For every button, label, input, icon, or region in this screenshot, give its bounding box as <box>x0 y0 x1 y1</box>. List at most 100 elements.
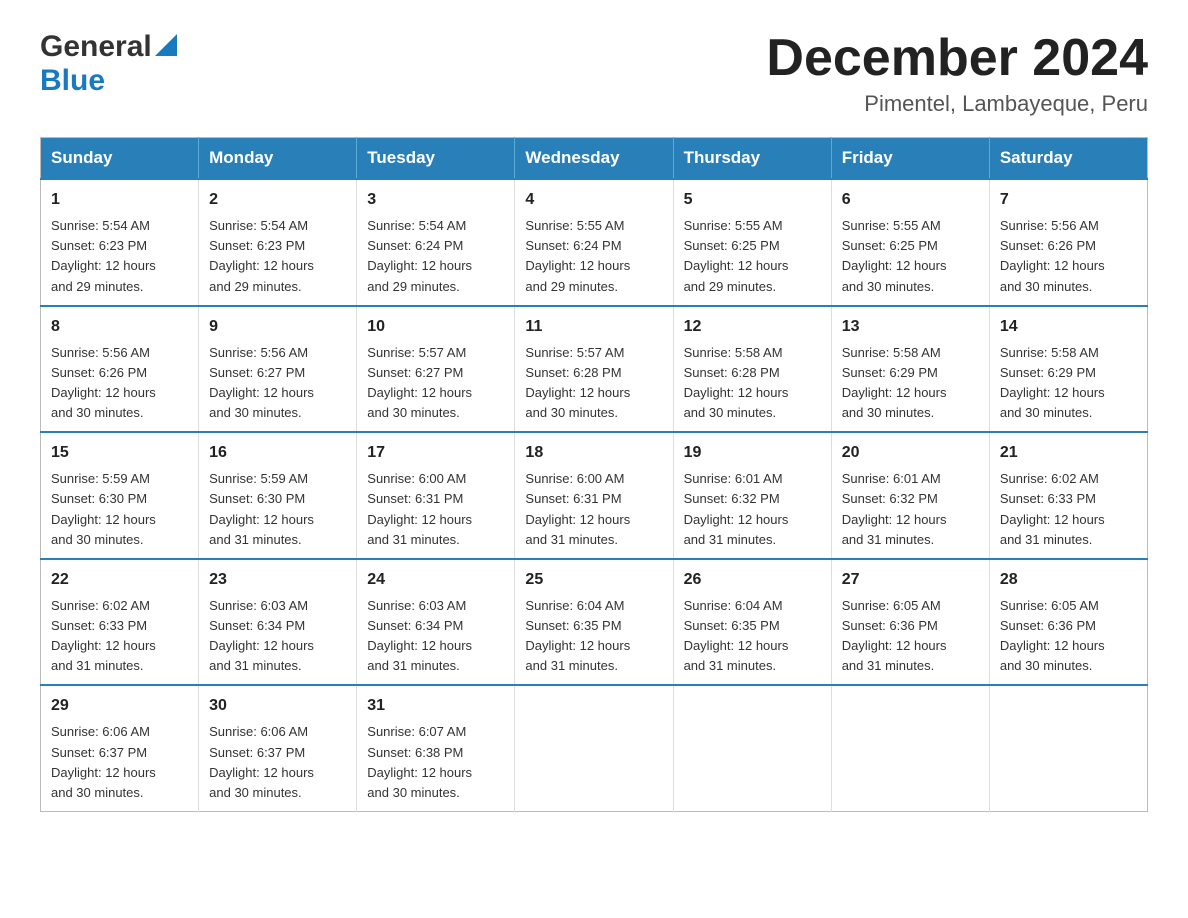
day-number: 5 <box>684 188 821 212</box>
calendar-cell: 13 Sunrise: 5:58 AMSunset: 6:29 PMDaylig… <box>831 306 989 433</box>
day-number: 21 <box>1000 441 1137 465</box>
day-number: 15 <box>51 441 188 465</box>
day-number: 13 <box>842 315 979 339</box>
logo: General Blue <box>40 30 177 98</box>
week-row-4: 22 Sunrise: 6:02 AMSunset: 6:33 PMDaylig… <box>41 559 1148 686</box>
day-info: Sunrise: 5:58 AMSunset: 6:28 PMDaylight:… <box>684 345 789 420</box>
calendar-cell: 9 Sunrise: 5:56 AMSunset: 6:27 PMDayligh… <box>199 306 357 433</box>
weekday-header-tuesday: Tuesday <box>357 138 515 180</box>
calendar-cell: 21 Sunrise: 6:02 AMSunset: 6:33 PMDaylig… <box>989 432 1147 559</box>
day-info: Sunrise: 6:04 AMSunset: 6:35 PMDaylight:… <box>525 598 630 673</box>
calendar-cell: 19 Sunrise: 6:01 AMSunset: 6:32 PMDaylig… <box>673 432 831 559</box>
day-number: 17 <box>367 441 504 465</box>
day-info: Sunrise: 6:03 AMSunset: 6:34 PMDaylight:… <box>209 598 314 673</box>
day-number: 29 <box>51 694 188 718</box>
day-number: 23 <box>209 568 346 592</box>
calendar-cell: 25 Sunrise: 6:04 AMSunset: 6:35 PMDaylig… <box>515 559 673 686</box>
day-info: Sunrise: 6:00 AMSunset: 6:31 PMDaylight:… <box>367 471 472 546</box>
calendar-cell: 5 Sunrise: 5:55 AMSunset: 6:25 PMDayligh… <box>673 179 831 306</box>
calendar-cell <box>831 685 989 811</box>
day-number: 6 <box>842 188 979 212</box>
calendar-cell: 23 Sunrise: 6:03 AMSunset: 6:34 PMDaylig… <box>199 559 357 686</box>
calendar-cell: 11 Sunrise: 5:57 AMSunset: 6:28 PMDaylig… <box>515 306 673 433</box>
day-info: Sunrise: 5:55 AMSunset: 6:25 PMDaylight:… <box>842 218 947 293</box>
calendar-cell: 27 Sunrise: 6:05 AMSunset: 6:36 PMDaylig… <box>831 559 989 686</box>
day-info: Sunrise: 5:57 AMSunset: 6:28 PMDaylight:… <box>525 345 630 420</box>
day-number: 16 <box>209 441 346 465</box>
day-info: Sunrise: 5:54 AMSunset: 6:23 PMDaylight:… <box>209 218 314 293</box>
day-info: Sunrise: 6:06 AMSunset: 6:37 PMDaylight:… <box>51 724 156 799</box>
day-info: Sunrise: 5:54 AMSunset: 6:23 PMDaylight:… <box>51 218 156 293</box>
calendar-cell: 4 Sunrise: 5:55 AMSunset: 6:24 PMDayligh… <box>515 179 673 306</box>
day-info: Sunrise: 6:05 AMSunset: 6:36 PMDaylight:… <box>1000 598 1105 673</box>
day-info: Sunrise: 5:55 AMSunset: 6:24 PMDaylight:… <box>525 218 630 293</box>
calendar-cell <box>515 685 673 811</box>
calendar-cell: 17 Sunrise: 6:00 AMSunset: 6:31 PMDaylig… <box>357 432 515 559</box>
location-subtitle: Pimentel, Lambayeque, Peru <box>766 91 1148 117</box>
week-row-3: 15 Sunrise: 5:59 AMSunset: 6:30 PMDaylig… <box>41 432 1148 559</box>
day-info: Sunrise: 6:00 AMSunset: 6:31 PMDaylight:… <box>525 471 630 546</box>
calendar-cell: 2 Sunrise: 5:54 AMSunset: 6:23 PMDayligh… <box>199 179 357 306</box>
day-number: 8 <box>51 315 188 339</box>
calendar-cell: 6 Sunrise: 5:55 AMSunset: 6:25 PMDayligh… <box>831 179 989 306</box>
weekday-header-sunday: Sunday <box>41 138 199 180</box>
calendar-table: SundayMondayTuesdayWednesdayThursdayFrid… <box>40 137 1148 812</box>
day-info: Sunrise: 5:59 AMSunset: 6:30 PMDaylight:… <box>209 471 314 546</box>
day-info: Sunrise: 5:56 AMSunset: 6:26 PMDaylight:… <box>51 345 156 420</box>
day-info: Sunrise: 5:58 AMSunset: 6:29 PMDaylight:… <box>1000 345 1105 420</box>
calendar-cell: 22 Sunrise: 6:02 AMSunset: 6:33 PMDaylig… <box>41 559 199 686</box>
weekday-header-monday: Monday <box>199 138 357 180</box>
day-number: 25 <box>525 568 662 592</box>
calendar-cell: 26 Sunrise: 6:04 AMSunset: 6:35 PMDaylig… <box>673 559 831 686</box>
day-number: 19 <box>684 441 821 465</box>
day-number: 14 <box>1000 315 1137 339</box>
weekday-header-friday: Friday <box>831 138 989 180</box>
day-info: Sunrise: 5:55 AMSunset: 6:25 PMDaylight:… <box>684 218 789 293</box>
calendar-cell <box>989 685 1147 811</box>
day-number: 31 <box>367 694 504 718</box>
month-title: December 2024 <box>766 30 1148 87</box>
day-number: 30 <box>209 694 346 718</box>
day-number: 2 <box>209 188 346 212</box>
day-number: 22 <box>51 568 188 592</box>
logo-triangle-icon <box>155 34 177 56</box>
logo-blue-text: Blue <box>40 64 105 97</box>
day-info: Sunrise: 6:06 AMSunset: 6:37 PMDaylight:… <box>209 724 314 799</box>
day-number: 27 <box>842 568 979 592</box>
calendar-cell: 12 Sunrise: 5:58 AMSunset: 6:28 PMDaylig… <box>673 306 831 433</box>
calendar-cell <box>673 685 831 811</box>
calendar-cell: 8 Sunrise: 5:56 AMSunset: 6:26 PMDayligh… <box>41 306 199 433</box>
day-number: 1 <box>51 188 188 212</box>
day-info: Sunrise: 6:02 AMSunset: 6:33 PMDaylight:… <box>1000 471 1105 546</box>
day-number: 12 <box>684 315 821 339</box>
week-row-2: 8 Sunrise: 5:56 AMSunset: 6:26 PMDayligh… <box>41 306 1148 433</box>
calendar-cell: 28 Sunrise: 6:05 AMSunset: 6:36 PMDaylig… <box>989 559 1147 686</box>
calendar-cell: 7 Sunrise: 5:56 AMSunset: 6:26 PMDayligh… <box>989 179 1147 306</box>
day-info: Sunrise: 6:02 AMSunset: 6:33 PMDaylight:… <box>51 598 156 673</box>
day-number: 24 <box>367 568 504 592</box>
weekday-header-thursday: Thursday <box>673 138 831 180</box>
day-info: Sunrise: 6:07 AMSunset: 6:38 PMDaylight:… <box>367 724 472 799</box>
day-info: Sunrise: 6:04 AMSunset: 6:35 PMDaylight:… <box>684 598 789 673</box>
day-number: 28 <box>1000 568 1137 592</box>
calendar-cell: 1 Sunrise: 5:54 AMSunset: 6:23 PMDayligh… <box>41 179 199 306</box>
day-info: Sunrise: 6:01 AMSunset: 6:32 PMDaylight:… <box>684 471 789 546</box>
weekday-header-saturday: Saturday <box>989 138 1147 180</box>
page-header: General Blue December 2024 Pimentel, Lam… <box>40 30 1148 117</box>
day-info: Sunrise: 6:03 AMSunset: 6:34 PMDaylight:… <box>367 598 472 673</box>
logo-general-text: General <box>40 30 152 64</box>
calendar-cell: 10 Sunrise: 5:57 AMSunset: 6:27 PMDaylig… <box>357 306 515 433</box>
day-number: 3 <box>367 188 504 212</box>
calendar-cell: 29 Sunrise: 6:06 AMSunset: 6:37 PMDaylig… <box>41 685 199 811</box>
day-info: Sunrise: 5:56 AMSunset: 6:26 PMDaylight:… <box>1000 218 1105 293</box>
day-info: Sunrise: 6:05 AMSunset: 6:36 PMDaylight:… <box>842 598 947 673</box>
day-number: 20 <box>842 441 979 465</box>
calendar-cell: 14 Sunrise: 5:58 AMSunset: 6:29 PMDaylig… <box>989 306 1147 433</box>
calendar-cell: 20 Sunrise: 6:01 AMSunset: 6:32 PMDaylig… <box>831 432 989 559</box>
week-row-5: 29 Sunrise: 6:06 AMSunset: 6:37 PMDaylig… <box>41 685 1148 811</box>
day-info: Sunrise: 5:54 AMSunset: 6:24 PMDaylight:… <box>367 218 472 293</box>
day-info: Sunrise: 6:01 AMSunset: 6:32 PMDaylight:… <box>842 471 947 546</box>
day-number: 7 <box>1000 188 1137 212</box>
calendar-cell: 3 Sunrise: 5:54 AMSunset: 6:24 PMDayligh… <box>357 179 515 306</box>
day-info: Sunrise: 5:57 AMSunset: 6:27 PMDaylight:… <box>367 345 472 420</box>
